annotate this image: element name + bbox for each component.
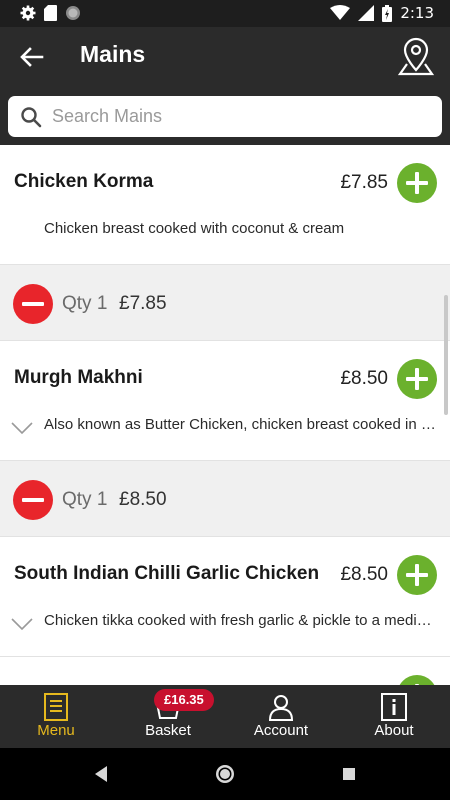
status-right-icons: 2:13 (330, 4, 434, 22)
nav-about[interactable]: About (338, 685, 450, 748)
scrollbar[interactable] (444, 295, 448, 415)
search-bar-container (0, 87, 450, 145)
nav-about-label: About (374, 722, 414, 739)
quantity-label: Qty 1 (62, 489, 108, 510)
item-description: Also known as Butter Chicken, chicken br… (44, 416, 440, 433)
menu-item[interactable]: Chicken Korma £7.85 Chicken breast cooke… (0, 145, 450, 265)
item-name: Murgh Makhni (14, 367, 143, 388)
quantity-price: £7.85 (119, 293, 167, 314)
wifi-icon (330, 5, 351, 20)
menu-list-icon (44, 693, 68, 721)
add-to-basket-button[interactable] (397, 555, 437, 595)
add-to-basket-button[interactable] (397, 163, 437, 203)
nav-account[interactable]: Account (225, 685, 337, 748)
basket-quantity-row: Qty 1 £7.85 (0, 265, 450, 341)
item-price: £8.50 (340, 564, 388, 585)
nav-basket[interactable]: £16.35 Basket (112, 685, 224, 748)
system-home-icon[interactable] (213, 762, 237, 786)
battery-icon (382, 4, 393, 22)
search-icon (21, 107, 42, 128)
remove-from-basket-button[interactable] (13, 284, 53, 324)
add-to-basket-button[interactable] (397, 359, 437, 399)
account-icon (268, 695, 294, 721)
location-pin-icon (397, 37, 435, 76)
nav-menu[interactable]: Menu (0, 685, 112, 748)
chevron-down-icon[interactable] (10, 617, 34, 631)
system-back-icon[interactable] (90, 762, 114, 786)
page-title: Mains (80, 41, 146, 67)
quantity-label: Qty 1 (62, 293, 108, 314)
app-bar: Mains (0, 27, 450, 87)
nav-basket-label: Basket (145, 722, 191, 739)
item-description: Chicken breast cooked with coconut & cre… (44, 220, 345, 237)
location-button[interactable] (396, 37, 436, 77)
signal-icon (358, 5, 375, 21)
add-to-basket-button[interactable] (397, 675, 437, 685)
chevron-down-icon[interactable] (10, 421, 34, 435)
status-bar: 2:13 (0, 0, 450, 27)
sd-card-icon (44, 5, 57, 21)
quantity-price: £8.50 (119, 489, 167, 510)
menu-item[interactable]: Murgh Makhni £8.50 Also known as Butter … (0, 341, 450, 461)
status-time: 2:13 (400, 4, 434, 22)
menu-list[interactable]: Chicken Korma £7.85 Chicken breast cooke… (0, 145, 450, 685)
back-button[interactable] (16, 41, 48, 73)
item-price: £8.50 (340, 368, 388, 389)
info-icon (381, 693, 407, 721)
item-price: £7.85 (340, 172, 388, 193)
search-box[interactable] (8, 96, 442, 137)
remove-from-basket-button[interactable] (13, 480, 53, 520)
basket-total-badge: £16.35 (154, 689, 214, 711)
item-description: Chicken tikka cooked with fresh garlic &… (44, 612, 440, 629)
settings-icon (20, 5, 36, 21)
system-nav-bar (0, 748, 450, 800)
nav-menu-label: Menu (37, 722, 75, 739)
menu-item[interactable]: South Indian Chilli Garlic Chicken £8.50… (0, 537, 450, 657)
item-name: South Indian Chilli Garlic Chicken (14, 563, 320, 584)
system-recents-icon[interactable] (337, 762, 361, 786)
sync-icon (66, 6, 80, 20)
item-name: Chicken Korma (14, 171, 154, 192)
basket-quantity-row: Qty 1 £8.50 (0, 461, 450, 537)
nav-account-label: Account (253, 722, 309, 739)
search-input[interactable] (52, 96, 432, 137)
back-arrow-icon (20, 47, 44, 67)
menu-item-partial[interactable] (0, 657, 450, 685)
bottom-nav: Menu £16.35 Basket Account About (0, 685, 450, 748)
status-left-icons (20, 5, 81, 21)
